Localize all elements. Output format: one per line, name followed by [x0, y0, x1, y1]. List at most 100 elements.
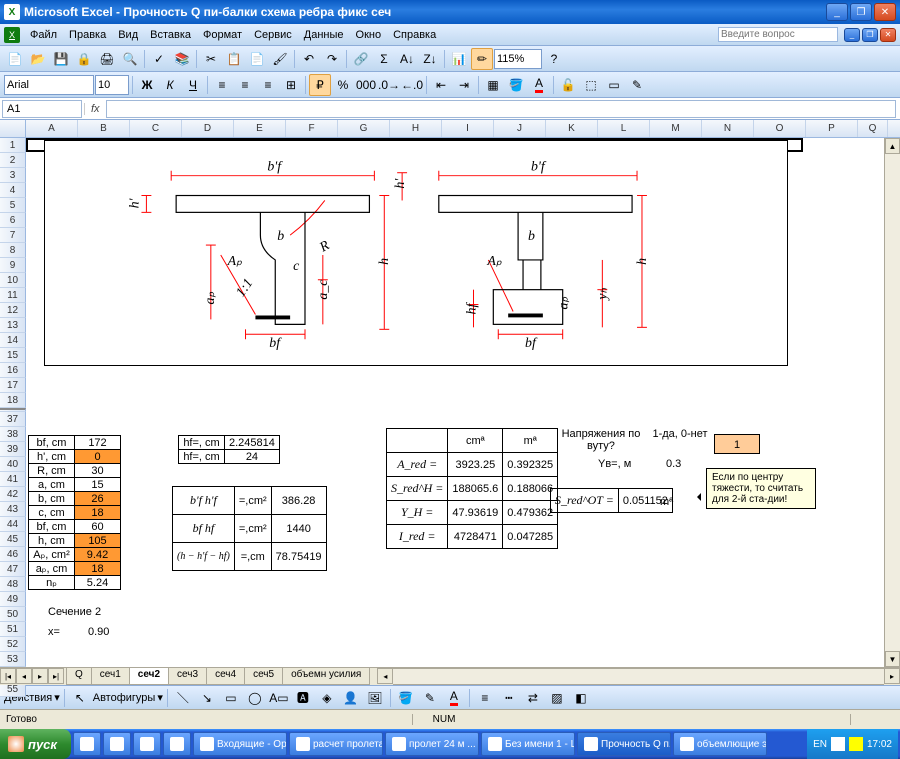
line-color-icon[interactable]: ✎: [419, 687, 441, 709]
oval-icon[interactable]: ◯: [244, 687, 266, 709]
row-12[interactable]: 12: [0, 303, 26, 318]
row-43[interactable]: 43: [0, 502, 26, 517]
col-C[interactable]: C: [130, 120, 182, 137]
scroll-down-button[interactable]: ▼: [885, 651, 900, 667]
t3-r2-v[interactable]: 78.75419: [271, 543, 326, 571]
t3-r0-v[interactable]: 386.28: [271, 487, 326, 515]
drawing-toggle-icon[interactable]: ✏: [471, 48, 493, 70]
col-I[interactable]: I: [442, 120, 494, 137]
open-icon[interactable]: 📂: [27, 48, 49, 70]
save-icon[interactable]: 💾: [50, 48, 72, 70]
row-37[interactable]: 37: [0, 412, 26, 427]
t1-r7-val[interactable]: 105: [75, 534, 121, 548]
t1-r1-val[interactable]: 0: [75, 450, 121, 464]
menu-help[interactable]: Справка: [387, 27, 442, 43]
autoshapes-menu[interactable]: Автофигуры: [93, 692, 156, 704]
worksheet-grid[interactable]: A B C D E F G H I J K L M N O P Q 1 2 3 …: [0, 120, 900, 685]
row-2[interactable]: 2: [0, 153, 26, 168]
row-45[interactable]: 45: [0, 532, 26, 547]
scroll-up-button[interactable]: ▲: [885, 138, 900, 154]
col-E[interactable]: E: [234, 120, 286, 137]
undo-icon[interactable]: ↶: [298, 48, 320, 70]
row-15[interactable]: 15: [0, 348, 26, 363]
line-style-icon[interactable]: ≡: [474, 687, 496, 709]
font-name-select[interactable]: [4, 75, 94, 95]
t1-r3-val[interactable]: 15: [75, 478, 121, 492]
spelling-icon[interactable]: ✓: [148, 48, 170, 70]
cell-area[interactable]: b'fh' bR Aₚc aₚ 1:1 a_c bfh b'fh' bAₚ aₚ…: [26, 138, 884, 685]
quicklaunch-4[interactable]: [163, 732, 191, 756]
sheet-tab-q[interactable]: Q: [66, 668, 92, 685]
col-J[interactable]: J: [494, 120, 546, 137]
preview-icon[interactable]: 🔍: [119, 48, 141, 70]
t1-r4-val[interactable]: 26: [75, 492, 121, 506]
col-P[interactable]: P: [806, 120, 858, 137]
redo-icon[interactable]: ↷: [321, 48, 343, 70]
t4-r2-a[interactable]: 47.93619: [448, 501, 503, 525]
t1-r10-val[interactable]: 5.24: [75, 576, 121, 590]
fill-color-draw-icon[interactable]: 🪣: [395, 687, 417, 709]
bold-icon[interactable]: Ж: [136, 74, 158, 96]
menu-data[interactable]: Данные: [298, 27, 350, 43]
rectangle-icon[interactable]: ▭: [220, 687, 242, 709]
input-parameters-table[interactable]: bf, cm172 h', cm0 R, cm30 a, cm15 b, cm2…: [28, 435, 121, 590]
select-arrow-icon[interactable]: ↖: [69, 687, 91, 709]
vertical-scrollbar[interactable]: ▲ ▼: [884, 138, 900, 667]
task-doc[interactable]: Без имени 1 - Li...: [481, 732, 575, 756]
textbox-icon[interactable]: A▭: [268, 687, 290, 709]
row-8[interactable]: 8: [0, 243, 26, 258]
font-color-draw-icon[interactable]: A: [443, 687, 465, 709]
menu-format[interactable]: Формат: [197, 27, 248, 43]
help-icon[interactable]: ?: [543, 48, 565, 70]
increase-decimal-icon[interactable]: .0→: [378, 74, 400, 96]
results-table[interactable]: cmªmª A_red =3923.250.392325 S_red^H =18…: [386, 428, 558, 549]
vscroll-track[interactable]: [885, 154, 900, 651]
sheet-tab-vol[interactable]: объемн усилия: [282, 668, 370, 685]
paste-icon[interactable]: 📄: [246, 48, 268, 70]
menu-view[interactable]: Вид: [112, 27, 144, 43]
arrow-icon[interactable]: ↘: [196, 687, 218, 709]
task-folder2[interactable]: пролет 24 м ...: [385, 732, 479, 756]
col-B[interactable]: B: [78, 120, 130, 137]
menu-tools[interactable]: Сервис: [248, 27, 298, 43]
align-left-icon[interactable]: ≡: [211, 74, 233, 96]
row-38[interactable]: 38: [0, 427, 26, 442]
comma-icon[interactable]: 000: [355, 74, 377, 96]
row-9[interactable]: 9: [0, 258, 26, 273]
col-G[interactable]: G: [338, 120, 390, 137]
doc-minimize-button[interactable]: _: [844, 28, 860, 42]
increase-indent-icon[interactable]: ⇥: [453, 74, 475, 96]
t4-r0-a[interactable]: 3923.25: [448, 453, 503, 477]
t4-r3-a[interactable]: 4728471: [448, 525, 503, 549]
format-painter-icon[interactable]: 🖌: [269, 48, 291, 70]
security-icon[interactable]: 🔓: [557, 74, 579, 96]
sort-asc-icon[interactable]: A↓: [396, 48, 418, 70]
sheet-tab-sec2[interactable]: сеч2: [129, 668, 169, 685]
copy-icon[interactable]: 📋: [223, 48, 245, 70]
lang-indicator[interactable]: EN: [813, 739, 827, 750]
line-icon[interactable]: ＼: [172, 687, 194, 709]
menu-file[interactable]: Файл: [24, 27, 63, 43]
row-52[interactable]: 52: [0, 637, 26, 652]
scroll-left-button[interactable]: ◂: [377, 668, 393, 684]
hyperlink-icon[interactable]: 🔗: [350, 48, 372, 70]
ask-question-input[interactable]: [718, 27, 838, 42]
arrow-style-icon[interactable]: ⇄: [522, 687, 544, 709]
tab-prev-button[interactable]: ◂: [16, 668, 32, 684]
borders-icon[interactable]: ▦: [482, 74, 504, 96]
zoom-input[interactable]: [494, 49, 542, 69]
t1-r0-val[interactable]: 172: [75, 436, 121, 450]
align-center-icon[interactable]: ≡: [234, 74, 256, 96]
clipart-icon[interactable]: 👤: [340, 687, 362, 709]
row-42[interactable]: 42: [0, 487, 26, 502]
fill-color-icon[interactable]: 🪣: [505, 74, 527, 96]
permission-icon[interactable]: 🔒: [73, 48, 95, 70]
row-49[interactable]: 49: [0, 592, 26, 607]
system-tray[interactable]: EN 17:02: [807, 729, 898, 759]
row-14[interactable]: 14: [0, 333, 26, 348]
diagram-icon[interactable]: ◈: [316, 687, 338, 709]
row-5[interactable]: 5: [0, 198, 26, 213]
col-O[interactable]: O: [754, 120, 806, 137]
t1-r9-val[interactable]: 18: [75, 562, 121, 576]
t2-r0-v[interactable]: 2.245814: [225, 436, 280, 450]
